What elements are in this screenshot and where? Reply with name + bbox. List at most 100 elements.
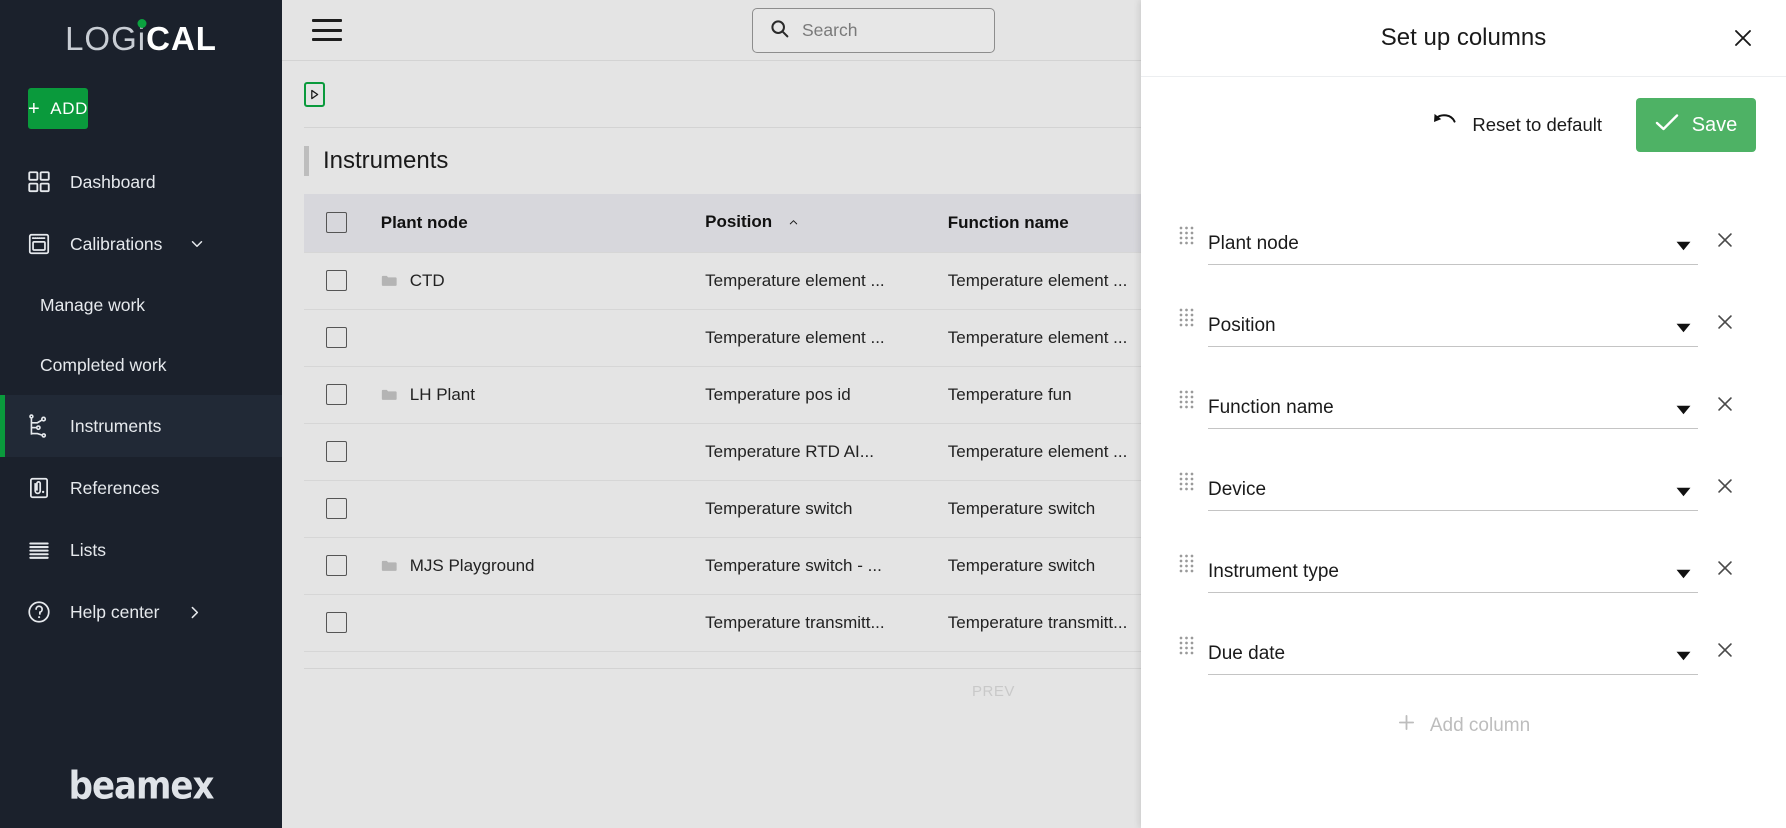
column-select-value: Instrument type — [1208, 561, 1339, 582]
drag-handle-icon[interactable] — [1175, 472, 1197, 491]
chevron-down-icon[interactable] — [188, 235, 206, 253]
select-all-checkbox[interactable] — [326, 212, 347, 234]
column-header-label: Function name — [947, 212, 1069, 232]
position-text: Temperature switch - ... — [705, 555, 882, 575]
cell-plant-node — [380, 480, 706, 538]
remove-column-icon[interactable] — [1698, 475, 1752, 497]
chevron-down-icon[interactable] — [1668, 569, 1698, 579]
check-icon — [1655, 113, 1679, 138]
logo-part-2: CAL — [146, 20, 217, 57]
plant-node-text: LH Plant — [409, 384, 475, 404]
row-checkbox[interactable] — [326, 270, 347, 291]
drag-handle-icon[interactable] — [1175, 226, 1197, 245]
column-select-value: Device — [1208, 479, 1267, 500]
column-select-device[interactable]: Device — [1208, 429, 1698, 511]
cell-plant-node — [380, 594, 706, 652]
chevron-right-icon — [186, 604, 203, 621]
cell-position: Temperature RTD AI... — [705, 423, 948, 481]
column-header-label: Plant node — [380, 212, 468, 232]
app-root: LOG iCAL + ADD Dashboard Calibrations Ma… — [0, 0, 1786, 828]
row-checkbox[interactable] — [326, 327, 347, 348]
reset-to-default-button[interactable]: Reset to default — [1433, 112, 1602, 138]
references-icon — [26, 475, 52, 501]
cell-plant-node — [380, 309, 706, 367]
add-button[interactable]: + ADD — [28, 88, 88, 129]
sidebar-item-dashboard[interactable]: Dashboard — [0, 151, 282, 213]
row-checkbox[interactable] — [326, 498, 347, 519]
add-column-button[interactable]: Add column — [1175, 713, 1752, 738]
plus-icon — [1397, 713, 1416, 738]
position-text: Temperature element ... — [705, 270, 885, 290]
sidebar-item-label: Lists — [70, 539, 106, 560]
row-select-cell — [304, 309, 381, 367]
search-input[interactable]: Search — [752, 8, 995, 53]
chevron-down-icon[interactable] — [1668, 487, 1698, 497]
chevron-down-icon[interactable] — [1668, 323, 1698, 333]
remove-column-icon[interactable] — [1698, 311, 1752, 333]
sidebar-item-manage-work[interactable]: Manage work — [0, 275, 282, 335]
chevron-down-icon[interactable] — [1668, 651, 1698, 661]
cell-plant-node: LH Plant — [380, 366, 706, 424]
folder-icon — [381, 389, 397, 400]
select-all-cell — [304, 194, 381, 252]
row-checkbox[interactable] — [326, 612, 347, 633]
sidebar-item-lists[interactable]: Lists — [0, 519, 282, 581]
sidebar-nav: Dashboard Calibrations Manage work Compl… — [0, 151, 282, 643]
column-select-instrument-type[interactable]: Instrument type — [1208, 511, 1698, 593]
column-header-plant-node[interactable]: Plant node — [381, 194, 705, 252]
sort-asc-icon — [786, 213, 801, 233]
drag-handle-icon[interactable] — [1175, 554, 1197, 573]
pagination-prev-button[interactable]: PREV — [972, 683, 1015, 700]
dashboard-icon — [26, 169, 52, 195]
cell-position: Temperature element ... — [705, 251, 948, 310]
column-config-row: Plant node — [1175, 183, 1752, 265]
close-icon[interactable] — [1728, 23, 1758, 53]
sidebar-item-label: Calibrations — [70, 233, 163, 254]
panel-title: Set up columns — [1380, 24, 1547, 51]
beamex-logo: beamex — [68, 763, 215, 809]
column-config-row: Device — [1175, 429, 1752, 511]
sidebar-item-label: Manage work — [40, 294, 146, 315]
column-select-due-date[interactable]: Due date — [1208, 593, 1698, 675]
plant-node-text: CTD — [409, 270, 445, 290]
drag-handle-icon[interactable] — [1175, 390, 1197, 409]
hamburger-icon[interactable] — [312, 19, 342, 41]
sidebar-item-help-center[interactable]: Help center — [0, 581, 282, 643]
row-checkbox[interactable] — [326, 555, 347, 576]
sidebar-item-label: Dashboard — [70, 171, 156, 192]
sidebar-item-label: References — [70, 477, 160, 498]
column-select-function-name[interactable]: Function name — [1208, 347, 1698, 429]
sidebar-item-calibrations[interactable]: Calibrations — [0, 213, 282, 275]
column-header-position[interactable]: Position — [705, 194, 948, 252]
drag-handle-icon[interactable] — [1175, 308, 1197, 327]
expand-tree-button[interactable] — [304, 81, 325, 107]
row-checkbox[interactable] — [326, 441, 347, 462]
row-select-cell — [304, 537, 381, 595]
cell-plant-node — [380, 423, 706, 481]
app-logo: LOG iCAL — [0, 0, 282, 78]
remove-column-icon[interactable] — [1698, 229, 1752, 251]
sidebar-item-references[interactable]: References — [0, 457, 282, 519]
sidebar-item-label: Completed work — [40, 354, 167, 375]
column-config-list: Plant node Position Function name Device… — [1141, 173, 1786, 828]
reset-button-label: Reset to default — [1472, 114, 1602, 135]
chevron-down-icon[interactable] — [1668, 405, 1698, 415]
sidebar-item-completed-work[interactable]: Completed work — [0, 335, 282, 395]
save-button[interactable]: Save — [1636, 98, 1756, 152]
page-title: Instruments — [323, 147, 449, 174]
column-select-value: Plant node — [1208, 233, 1299, 254]
remove-column-icon[interactable] — [1698, 639, 1752, 661]
chevron-down-icon[interactable] — [1668, 241, 1698, 251]
sidebar-item-label: Help center — [70, 601, 160, 622]
drag-handle-icon[interactable] — [1175, 636, 1197, 655]
search-placeholder: Search — [802, 20, 858, 40]
column-select-position[interactable]: Position — [1208, 265, 1698, 347]
row-checkbox[interactable] — [326, 384, 347, 405]
remove-column-icon[interactable] — [1698, 393, 1752, 415]
column-select-plant-node[interactable]: Plant node — [1208, 183, 1698, 265]
logo-letter-i: i — [137, 19, 147, 57]
position-text: Temperature pos id — [705, 384, 851, 404]
sidebar-item-instruments[interactable]: Instruments — [0, 395, 282, 457]
remove-column-icon[interactable] — [1698, 557, 1752, 579]
play-triangle-icon — [311, 89, 319, 99]
